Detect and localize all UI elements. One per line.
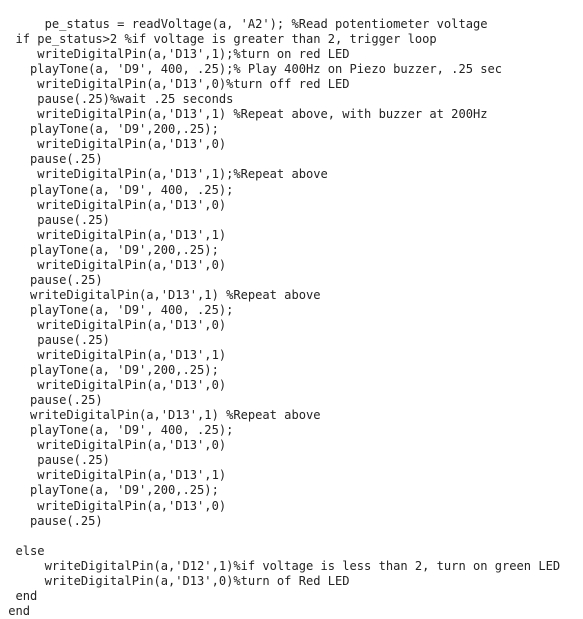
code-line: playTone(a, 'D9', 400, .25);	[1, 302, 234, 317]
code-line: pause(.25)	[1, 453, 110, 468]
code-block: pe_status = readVoltage(a, 'A2'); %Read …	[0, 17, 583, 619]
code-listing-page: pe_status = readVoltage(a, 'A2'); %Read …	[0, 0, 583, 618]
code-line: pause(.25)	[1, 272, 103, 287]
code-line: playTone(a, 'D9',200,.25);	[1, 363, 219, 378]
code-line: else	[1, 543, 45, 558]
code-line: pe_status = readVoltage(a, 'A2'); %Read …	[1, 17, 488, 31]
code-line: playTone(a, 'D9', 400, .25);	[1, 182, 234, 197]
code-line: writeDigitalPin(a,'D13',1) %Repeat above	[1, 408, 321, 423]
code-line: writeDigitalPin(a,'D13',0)	[1, 197, 227, 212]
code-line: end	[1, 603, 31, 618]
code-line: pause(.25)%wait .25 seconds	[1, 92, 234, 107]
code-line: writeDigitalPin(a,'D13',0)%turn of Red L…	[1, 573, 350, 588]
code-line: pause(.25)	[1, 332, 110, 347]
code-line: playTone(a, 'D9',200,.25);	[1, 122, 219, 137]
code-line: end	[1, 588, 38, 603]
code-line: pause(.25)	[1, 513, 103, 528]
code-line: writeDigitalPin(a,'D13',0)%turn off red …	[1, 77, 350, 92]
code-line: writeDigitalPin(a,'D13',0)	[1, 498, 227, 513]
code-line: pause(.25)	[1, 152, 103, 167]
code-line: playTone(a, 'D9',200,.25);	[1, 483, 219, 498]
code-line: writeDigitalPin(a,'D13',1);%turn on red …	[1, 47, 350, 62]
code-line: playTone(a, 'D9', 400, .25);	[1, 423, 234, 438]
code-line: writeDigitalPin(a,'D13',1) %Repeat above	[1, 287, 321, 302]
code-line: writeDigitalPin(a,'D13',1)	[1, 468, 227, 483]
code-line: writeDigitalPin(a,'D13',0)	[1, 438, 227, 453]
code-line: writeDigitalPin(a,'D12',1)%if voltage is…	[1, 558, 561, 573]
code-line: writeDigitalPin(a,'D13',1) %Repeat above…	[1, 107, 488, 122]
code-line: pause(.25)	[1, 393, 103, 408]
code-line: writeDigitalPin(a,'D13',1)	[1, 227, 227, 242]
code-line: playTone(a, 'D9',200,.25);	[1, 242, 219, 257]
code-line: writeDigitalPin(a,'D13',0)	[1, 317, 227, 332]
code-line: writeDigitalPin(a,'D13',0)	[1, 257, 227, 272]
code-line: writeDigitalPin(a,'D13',0)	[1, 137, 227, 152]
code-line: playTone(a, 'D9', 400, .25);% Play 400Hz…	[1, 62, 503, 77]
code-line: writeDigitalPin(a,'D13',0)	[1, 378, 227, 393]
code-line: writeDigitalPin(a,'D13',1);%Repeat above	[1, 167, 328, 182]
code-line: pause(.25)	[1, 212, 110, 227]
code-line: writeDigitalPin(a,'D13',1)	[1, 348, 227, 363]
code-line: if pe_status>2 %if voltage is greater th…	[1, 32, 437, 47]
